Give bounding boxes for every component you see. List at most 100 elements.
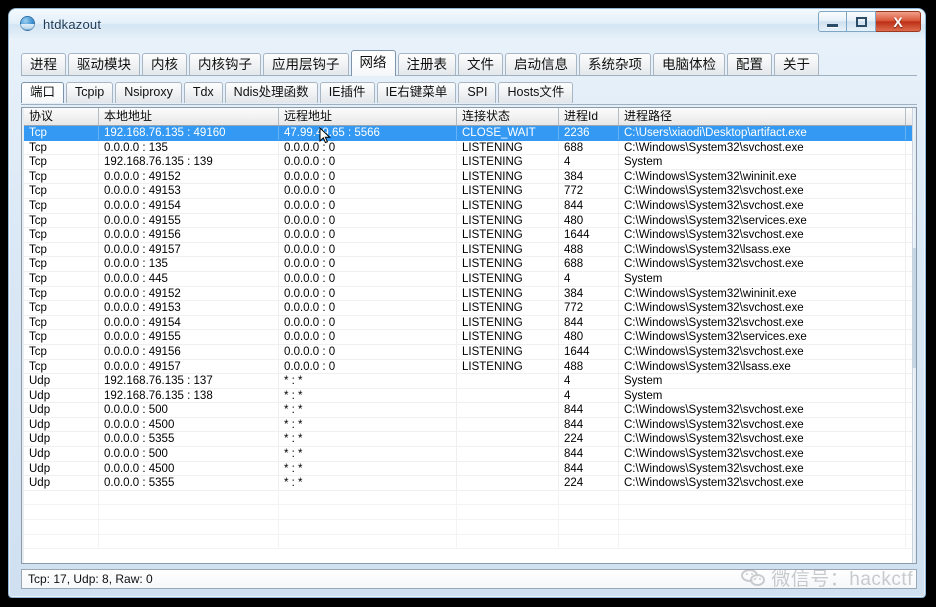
table-row[interactable]: Udp0.0.0.0 : 4500* : *844C:\Windows\Syst… (24, 462, 916, 477)
table-row[interactable]: Udp0.0.0.0 : 4500* : *844C:\Windows\Syst… (24, 418, 916, 433)
column-header-5[interactable]: 进程路径 (619, 108, 906, 125)
table-cell-进程Id: 488 (559, 243, 619, 257)
table-row[interactable]: Tcp0.0.0.0 : 4450.0.0.0 : 0LISTENING4Sys… (24, 272, 916, 287)
table-empty-cell (457, 491, 559, 505)
table-row[interactable]: Tcp0.0.0.0 : 491560.0.0.0 : 0LISTENING16… (24, 345, 916, 360)
secondary-tab-5[interactable]: IE插件 (320, 82, 375, 103)
table-row[interactable]: Tcp0.0.0.0 : 491520.0.0.0 : 0LISTENING38… (24, 170, 916, 185)
table-cell-进程Id: 4 (559, 389, 619, 403)
table-row[interactable]: Tcp0.0.0.0 : 1350.0.0.0 : 0LISTENING688C… (24, 141, 916, 156)
primary-tab-1[interactable]: 驱动模块 (68, 53, 140, 76)
table-cell-进程路径: C:\Windows\System32\lsass.exe (619, 243, 906, 257)
table-cell-远程地址: 0.0.0.0 : 0 (279, 155, 457, 169)
table-row[interactable]: Tcp0.0.0.0 : 491540.0.0.0 : 0LISTENING84… (24, 199, 916, 214)
primary-tab-12[interactable]: 关于 (774, 53, 819, 76)
table-row[interactable]: Udp0.0.0.0 : 5355* : *224C:\Windows\Syst… (24, 476, 916, 491)
table-cell-协议: Tcp (24, 199, 99, 213)
table-cell-进程Id: 844 (559, 462, 619, 476)
table-cell-进程Id: 688 (559, 141, 619, 155)
secondary-tab-2[interactable]: Nsiproxy (115, 82, 182, 103)
secondary-tab-1[interactable]: Tcpip (66, 82, 113, 103)
table-row[interactable]: Tcp0.0.0.0 : 1350.0.0.0 : 0LISTENING688C… (24, 257, 916, 272)
secondary-tab-4[interactable]: Ndis处理函数 (225, 82, 318, 103)
table-row[interactable]: Tcp0.0.0.0 : 491550.0.0.0 : 0LISTENING48… (24, 214, 916, 229)
table-cell-协议: Udp (24, 447, 99, 461)
table-row[interactable]: Tcp0.0.0.0 : 491540.0.0.0 : 0LISTENING84… (24, 316, 916, 331)
table-row[interactable]: Tcp192.168.76.135 : 4916047.99.49.65 : 5… (24, 126, 916, 141)
table-row[interactable]: Tcp0.0.0.0 : 491570.0.0.0 : 0LISTENING48… (24, 360, 916, 375)
table-cell-连接状态 (457, 389, 559, 403)
table-row[interactable]: Tcp0.0.0.0 : 491520.0.0.0 : 0LISTENING38… (24, 287, 916, 302)
table-cell-连接状态 (457, 374, 559, 388)
primary-tab-7[interactable]: 文件 (458, 53, 503, 76)
table-cell-连接状态: LISTENING (457, 330, 559, 344)
table-row[interactable]: Tcp0.0.0.0 : 491560.0.0.0 : 0LISTENING16… (24, 228, 916, 243)
primary-tab-10[interactable]: 电脑体检 (653, 53, 725, 76)
table-row[interactable]: Udp192.168.76.135 : 138* : *4System (24, 389, 916, 404)
table-cell-远程地址: 0.0.0.0 : 0 (279, 345, 457, 359)
primary-tab-0[interactable]: 进程 (21, 53, 66, 76)
table-cell-连接状态: LISTENING (457, 228, 559, 242)
table-cell-本地地址: 0.0.0.0 : 49153 (99, 301, 279, 315)
primary-tab-5[interactable]: 网络 (351, 50, 396, 76)
table-cell-连接状态: CLOSE_WAIT (457, 126, 559, 140)
table-cell-远程地址: 0.0.0.0 : 0 (279, 228, 457, 242)
close-button[interactable]: X (876, 11, 921, 32)
table-cell-连接状态: LISTENING (457, 316, 559, 330)
primary-tab-3[interactable]: 内核钩子 (189, 53, 261, 76)
table-row[interactable]: Udp0.0.0.0 : 500* : *844C:\Windows\Syste… (24, 447, 916, 462)
table-row[interactable]: Tcp192.168.76.135 : 1390.0.0.0 : 0LISTEN… (24, 155, 916, 170)
column-header-2[interactable]: 远程地址 (279, 108, 457, 125)
table-cell-进程Id: 488 (559, 360, 619, 374)
secondary-tab-7[interactable]: SPI (458, 82, 496, 103)
table-cell-进程Id: 480 (559, 214, 619, 228)
primary-tab-11[interactable]: 配置 (727, 53, 772, 76)
column-header-1[interactable]: 本地地址 (99, 108, 279, 125)
table-cell-协议: Tcp (24, 141, 99, 155)
primary-tab-8[interactable]: 启动信息 (505, 53, 577, 76)
minimize-button[interactable] (818, 11, 847, 32)
primary-tab-9[interactable]: 系统杂项 (579, 53, 651, 76)
secondary-tab-3[interactable]: Tdx (184, 82, 223, 103)
secondary-tab-6[interactable]: IE右键菜单 (377, 82, 457, 103)
table-cell-远程地址: 0.0.0.0 : 0 (279, 287, 457, 301)
table-row[interactable]: Tcp0.0.0.0 : 491530.0.0.0 : 0LISTENING77… (24, 301, 916, 316)
table-row[interactable]: Udp192.168.76.135 : 137* : *4System (24, 374, 916, 389)
application-window: htdkazout X 进程驱动模块内核内核钩子应用层钩子网络注册表文件启动信息… (8, 8, 926, 598)
table-row[interactable]: Tcp0.0.0.0 : 491570.0.0.0 : 0LISTENING48… (24, 243, 916, 258)
table-cell-连接状态: LISTENING (457, 360, 559, 374)
column-header-0[interactable]: 协议 (24, 108, 99, 125)
restore-button[interactable] (847, 11, 876, 32)
table-empty-cell (559, 491, 619, 505)
secondary-tab-8[interactable]: Hosts文件 (498, 82, 573, 103)
table-cell-连接状态 (457, 418, 559, 432)
status-bar: Tcp: 17, Udp: 8, Raw: 0 (21, 569, 917, 589)
table-cell-远程地址: * : * (279, 418, 457, 432)
table-cell-进程Id: 688 (559, 257, 619, 271)
table-cell-协议: Udp (24, 462, 99, 476)
title-bar[interactable]: htdkazout X (9, 9, 925, 39)
table-empty-cell (619, 491, 906, 505)
table-cell-本地地址: 0.0.0.0 : 49154 (99, 316, 279, 330)
primary-tab-2[interactable]: 内核 (142, 53, 187, 76)
primary-tab-6[interactable]: 注册表 (398, 53, 457, 76)
table-row[interactable]: Tcp0.0.0.0 : 491550.0.0.0 : 0LISTENING48… (24, 330, 916, 345)
table-cell-进程路径: C:\Windows\System32\svchost.exe (619, 301, 906, 315)
table-cell-进程Id: 844 (559, 403, 619, 417)
client-area: 进程驱动模块内核内核钩子应用层钩子网络注册表文件启动信息系统杂项电脑体检配置关于… (12, 39, 922, 594)
connections-table[interactable]: 协议本地地址远程地址连接状态进程Id进程路径 Tcp192.168.76.135… (21, 107, 917, 564)
primary-tab-4[interactable]: 应用层钩子 (263, 53, 349, 76)
vertical-scrollbar[interactable] (912, 108, 916, 563)
table-row[interactable]: Udp0.0.0.0 : 5355* : *224C:\Windows\Syst… (24, 432, 916, 447)
table-row[interactable]: Udp0.0.0.0 : 500* : *844C:\Windows\Syste… (24, 403, 916, 418)
column-header-4[interactable]: 进程Id (559, 108, 619, 125)
secondary-tab-0[interactable]: 端口 (21, 82, 64, 103)
table-cell-进程Id: 384 (559, 170, 619, 184)
table-cell-协议: Tcp (24, 345, 99, 359)
column-header-3[interactable]: 连接状态 (457, 108, 559, 125)
table-row[interactable]: Tcp0.0.0.0 : 491530.0.0.0 : 0LISTENING77… (24, 184, 916, 199)
table-cell-本地地址: 0.0.0.0 : 49156 (99, 345, 279, 359)
table-cell-连接状态: LISTENING (457, 257, 559, 271)
scrollbar-thumb[interactable] (913, 248, 916, 368)
table-cell-远程地址: 0.0.0.0 : 0 (279, 214, 457, 228)
